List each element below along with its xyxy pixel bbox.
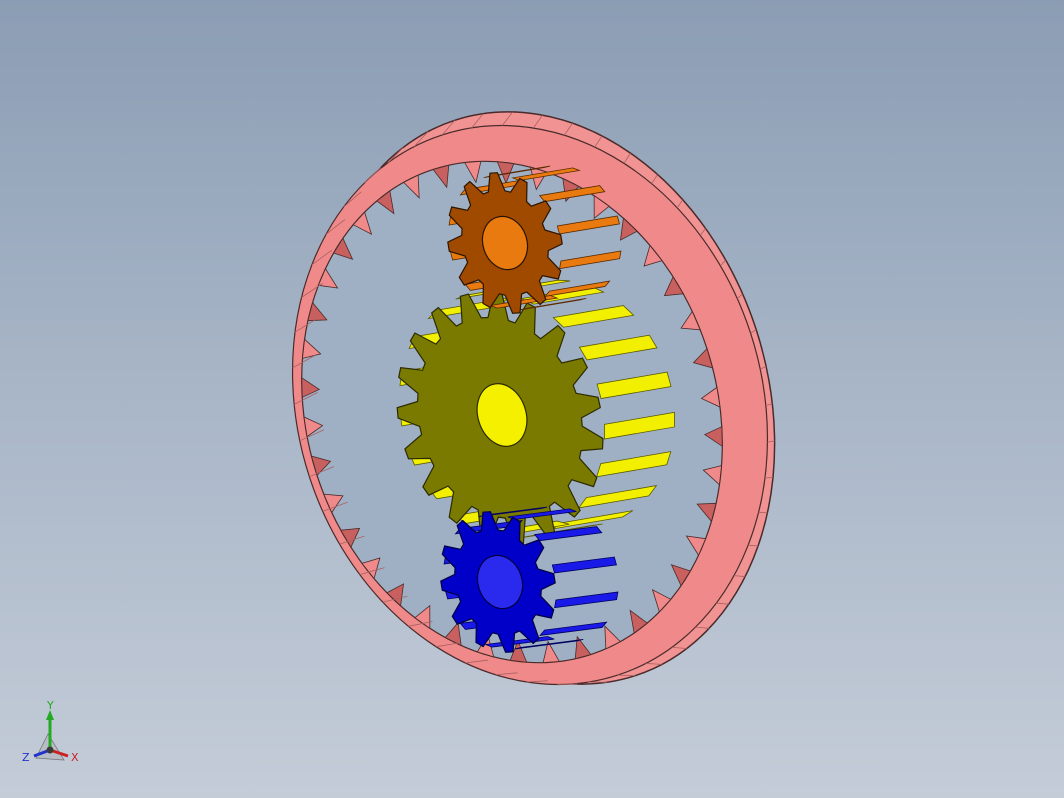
orientation-triad[interactable]: Y Z X xyxy=(18,700,88,775)
ring-rib xyxy=(748,544,759,547)
x-axis-label: X xyxy=(71,751,79,764)
z-axis-label: Z xyxy=(22,751,30,764)
gear-assembly-model[interactable] xyxy=(0,0,1064,798)
ring-rib xyxy=(764,477,773,479)
graphics-viewport[interactable]: Y Z X xyxy=(0,0,1064,798)
y-axis-label: Y xyxy=(46,700,54,712)
